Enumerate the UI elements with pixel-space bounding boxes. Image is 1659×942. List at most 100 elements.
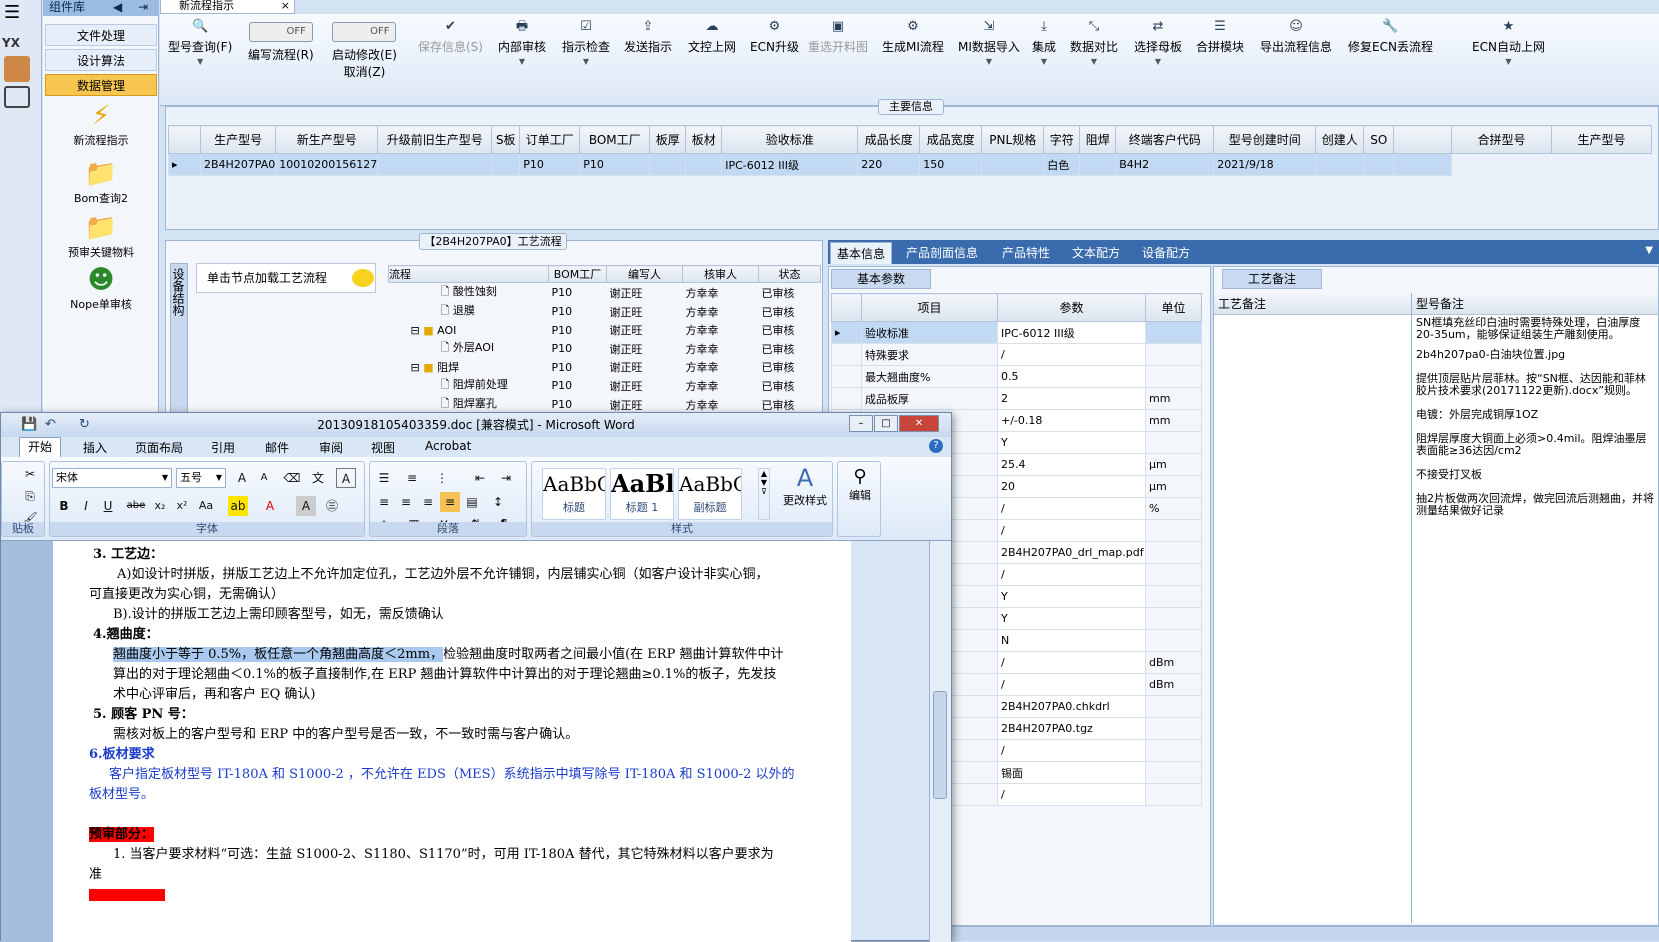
grow-font-icon[interactable]: A bbox=[232, 468, 252, 488]
tab-review[interactable]: 审阅 bbox=[319, 439, 343, 456]
tree-node[interactable]: 🗋 外层AOI bbox=[389, 339, 549, 358]
style-heading1[interactable]: AaBl 标题 1 bbox=[610, 468, 674, 520]
table-cell[interactable]: 特殊要求 bbox=[861, 343, 998, 366]
char-shading-icon[interactable]: A bbox=[296, 496, 316, 516]
compare-button[interactable]: ⤡ 数据对比 ▼ bbox=[1070, 16, 1118, 69]
collapse-icon[interactable]: ⊟ bbox=[411, 324, 420, 337]
copy-icon[interactable]: ⎘ bbox=[20, 486, 40, 506]
column-header[interactable]: 流程 bbox=[388, 265, 549, 283]
check-instruction-button[interactable]: ☑ 指示检查 ▼ bbox=[562, 16, 610, 69]
table-cell[interactable] bbox=[1145, 783, 1202, 806]
tree-row[interactable]: 🗋 酸性蚀刻 P10 谢正旺 方幸幸 已审核 bbox=[389, 283, 821, 303]
table-cell[interactable] bbox=[1145, 761, 1202, 784]
pin-icon[interactable]: ⇥ bbox=[138, 0, 148, 14]
table-cell[interactable]: P10 bbox=[579, 153, 651, 176]
select-mother-button[interactable]: ⇄ 选择母板 ▼ bbox=[1134, 16, 1182, 69]
table-cell[interactable]: Y bbox=[997, 431, 1146, 454]
send-instruction-button[interactable]: ⇪ 发送指示 bbox=[624, 16, 672, 55]
table-cell[interactable]: 最大翘曲度% bbox=[861, 365, 998, 388]
table-cell[interactable]: 2B4H207PA0.chkdrl bbox=[997, 695, 1146, 718]
align-left-icon[interactable]: ≡ bbox=[374, 492, 394, 512]
column-header[interactable]: 终端客户代码 bbox=[1115, 125, 1215, 154]
sidebar-item-algorithm[interactable]: 设计算法 bbox=[45, 49, 157, 71]
table-cell[interactable]: / bbox=[997, 343, 1146, 366]
font-color-icon[interactable]: A bbox=[260, 496, 280, 516]
table-cell[interactable]: 2B4H207PA0.tgz bbox=[997, 717, 1146, 740]
numbering-icon[interactable]: ≡ bbox=[402, 468, 422, 488]
close-button[interactable]: ✕ bbox=[899, 415, 939, 432]
redo-icon[interactable]: ↻ bbox=[79, 417, 90, 432]
table-row[interactable]: ▸ 验收标准 IPC-6012 III级 bbox=[831, 321, 1202, 344]
tab-references[interactable]: 引用 bbox=[211, 439, 235, 456]
cut-icon[interactable]: ✂ bbox=[20, 464, 40, 484]
save-info-button[interactable]: ✔ 保存信息(S) bbox=[418, 16, 483, 55]
table-cell[interactable]: / bbox=[997, 651, 1146, 674]
column-header[interactable]: 合拼型号 bbox=[1451, 125, 1552, 154]
toggle-switch[interactable]: OFF bbox=[248, 22, 313, 42]
table-cell[interactable]: N bbox=[997, 629, 1146, 652]
table-cell[interactable]: 2B4H207PA0 bbox=[199, 153, 277, 176]
column-header[interactable]: 验收标准 bbox=[721, 125, 859, 154]
italic-icon[interactable]: I bbox=[76, 496, 96, 516]
sidebar-item-data[interactable]: 数据管理 bbox=[45, 74, 157, 96]
table-cell[interactable] bbox=[1145, 365, 1202, 388]
table-cell[interactable] bbox=[1145, 585, 1202, 608]
table-cell[interactable] bbox=[1145, 739, 1202, 762]
table-cell[interactable]: mm bbox=[1145, 409, 1202, 432]
tree-row[interactable]: 🗋 阻焊前处理 P10 谢正旺 方幸幸 已审核 bbox=[389, 376, 821, 395]
column-header[interactable]: 核审人 bbox=[682, 265, 759, 283]
column-header[interactable]: 生产型号 bbox=[199, 125, 277, 154]
table-cell[interactable] bbox=[1145, 629, 1202, 652]
multilevel-icon[interactable]: ⋮ bbox=[432, 468, 452, 488]
strikethrough-icon[interactable]: abe bbox=[126, 496, 146, 516]
table-cell[interactable] bbox=[1145, 519, 1202, 542]
column-header[interactable]: 板材 bbox=[685, 125, 723, 154]
superscript-icon[interactable]: x² bbox=[172, 496, 192, 516]
tree-node[interactable]: 🗋 阻焊前处理 bbox=[389, 376, 549, 395]
tool-preaudit[interactable]: 📁 预审关键物料 bbox=[43, 212, 159, 260]
column-header[interactable]: 字符 bbox=[1043, 125, 1081, 154]
distribute-icon[interactable]: ▤ bbox=[462, 492, 482, 512]
tab-equipment-structure[interactable]: 设备结构 bbox=[170, 263, 188, 418]
table-cell[interactable]: 验收标准 bbox=[861, 321, 998, 344]
document-page[interactable]: 3. 工艺边： A)如设计时拼版，拼版工艺边上不允许加定位孔，工艺边外层不允许铺… bbox=[53, 541, 851, 942]
table-cell[interactable]: B4H2 bbox=[1115, 153, 1215, 176]
clear-format-icon[interactable]: ⌫ bbox=[282, 468, 302, 488]
tab-basic-info[interactable]: 基本信息 bbox=[830, 242, 893, 264]
edit-button[interactable]: ⚲ 编辑 bbox=[842, 466, 878, 503]
column-header[interactable]: PNL规格 bbox=[981, 125, 1045, 154]
export-flow-button[interactable]: ☺ 导出流程信息 bbox=[1260, 16, 1332, 55]
column-header[interactable]: BOM工厂 bbox=[579, 125, 651, 154]
column-header[interactable]: 升级前旧生产型号 bbox=[377, 125, 493, 154]
internal-audit-button[interactable]: 🖶 内部审核 ▼ bbox=[498, 16, 546, 69]
align-right-icon[interactable]: ≡ bbox=[418, 492, 438, 512]
line-spacing-icon[interactable]: ↕ bbox=[488, 492, 508, 512]
decrease-indent-icon[interactable]: ⇤ bbox=[470, 468, 490, 488]
column-header[interactable]: 板厚 bbox=[649, 125, 687, 154]
integrate-button[interactable]: ⤓ 集成 ▼ bbox=[1032, 16, 1056, 69]
table-cell[interactable]: 25.4 bbox=[997, 453, 1146, 476]
ecn-upgrade-button[interactable]: ⚙ ECN升级 bbox=[750, 16, 799, 55]
sidebar-item-file[interactable]: 文件处理 bbox=[45, 24, 157, 46]
table-cell[interactable] bbox=[1145, 695, 1202, 718]
table-cell[interactable]: / bbox=[997, 739, 1146, 762]
table-cell[interactable]: dBm bbox=[1145, 651, 1202, 674]
table-cell[interactable]: 白色 bbox=[1043, 153, 1081, 176]
generate-mi-button[interactable]: ⚙ 生成MI流程 bbox=[882, 16, 944, 55]
char-border-icon[interactable]: A bbox=[336, 468, 356, 488]
calculator-icon[interactable] bbox=[4, 86, 30, 108]
reselect-cut-button[interactable]: ▣ 重选开料图 bbox=[808, 16, 868, 55]
table-cell[interactable]: IPC-6012 III级 bbox=[997, 321, 1146, 344]
table-cell[interactable]: Y bbox=[997, 607, 1146, 630]
table-cell[interactable]: 220 bbox=[857, 153, 921, 176]
tree-node[interactable]: 🗋 酸性蚀刻 bbox=[389, 283, 549, 303]
table-cell[interactable]: / bbox=[997, 519, 1146, 542]
align-center-icon[interactable]: ≡ bbox=[396, 492, 416, 512]
table-cell[interactable]: µm bbox=[1145, 475, 1202, 498]
tab-product-features[interactable]: 产品特性 bbox=[1002, 244, 1050, 261]
column-header[interactable]: 成品长度 bbox=[857, 125, 921, 154]
table-cell[interactable]: mm bbox=[1145, 387, 1202, 410]
table-cell[interactable] bbox=[1145, 717, 1202, 740]
change-case-icon[interactable]: Aa bbox=[196, 496, 216, 516]
dropdown-icon[interactable]: ▼ bbox=[1645, 245, 1653, 256]
